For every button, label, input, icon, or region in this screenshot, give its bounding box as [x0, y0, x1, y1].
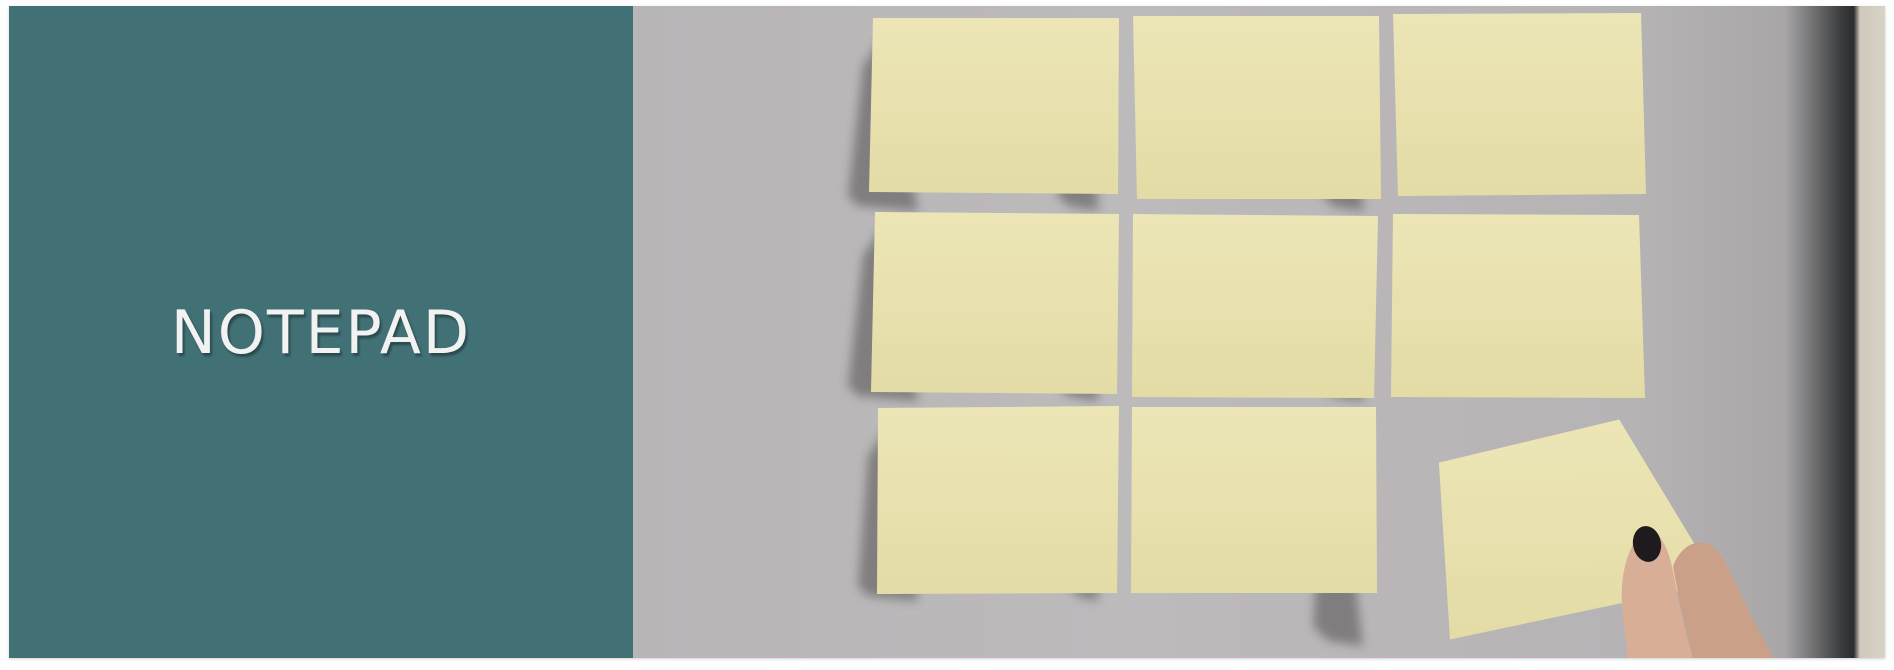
sticky-note: [1133, 16, 1381, 199]
sticky-note: [1393, 13, 1646, 196]
sticky-note: [1132, 214, 1378, 398]
hand: [1621, 526, 1773, 658]
sticky-notes-illustration: [848, 13, 1773, 658]
sticky-note: [1391, 214, 1645, 398]
title-panel: NOTEPAD: [9, 6, 633, 658]
sticky-notes-photo: [633, 6, 1885, 658]
sticky-note: [1131, 407, 1377, 593]
banner-title: NOTEPAD: [170, 298, 472, 368]
sticky-note: [877, 406, 1119, 594]
sticky-note: [871, 212, 1119, 394]
sticky-note: [869, 18, 1119, 194]
notepad-banner: NOTEPAD: [9, 6, 1885, 658]
